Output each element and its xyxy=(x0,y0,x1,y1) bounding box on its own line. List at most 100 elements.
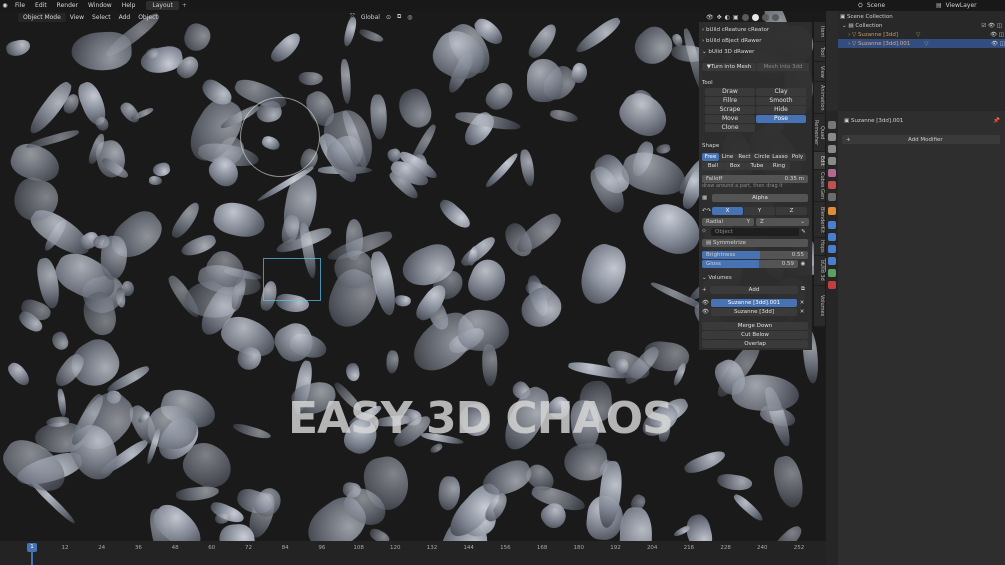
menu-window[interactable]: Window xyxy=(83,2,117,9)
tab-cubes-gen[interactable]: Cubes Gen xyxy=(814,170,825,202)
eyedropper-icon[interactable]: ✎ xyxy=(799,229,808,235)
modifier-props-icon[interactable] xyxy=(828,221,836,229)
wireframe-shading-icon[interactable] xyxy=(741,13,749,21)
addon-header-creature[interactable]: › bUild cReature cReator xyxy=(702,25,809,34)
tool-pose[interactable]: Pose xyxy=(756,115,806,123)
scene-name[interactable]: Scene xyxy=(867,2,885,9)
view-layer-props-icon[interactable] xyxy=(828,157,836,165)
shape-ball[interactable]: Ball xyxy=(702,161,724,170)
timeline[interactable]: 12 24 36 48 60 72 84 96 108 120 132 144 156 168 180 192… xyxy=(0,541,826,565)
radial-axis-dropdown[interactable]: Z ⌄ xyxy=(756,217,809,226)
plus-icon[interactable]: + xyxy=(702,287,710,293)
tab-animation[interactable]: Animation xyxy=(814,82,825,114)
workspace-tab-layout[interactable]: Layout xyxy=(146,1,179,10)
shape-lasso[interactable]: Lasso xyxy=(771,152,789,161)
axis-x-toggle[interactable]: X xyxy=(712,206,743,215)
volume-name[interactable]: Suzanne [3dd] xyxy=(711,307,797,316)
add-modifier-button[interactable]: + Add Modifier xyxy=(842,135,1000,144)
add-volume-button[interactable]: Add xyxy=(710,285,798,294)
object-props-icon[interactable] xyxy=(828,207,836,215)
camera-icon[interactable]: ◫ xyxy=(995,23,1002,29)
volume-list-item[interactable]: 👁 Suzanne [3dd].001 ✕ xyxy=(702,298,809,307)
scene-selector[interactable]: ⛭ Scene xyxy=(858,0,885,11)
tab-volumes[interactable]: Volumes xyxy=(814,286,825,327)
shape-box[interactable]: Box xyxy=(724,161,746,170)
tab-tool[interactable]: Tool xyxy=(814,42,825,62)
menu-file[interactable]: File xyxy=(10,2,30,9)
copy-icon[interactable]: ⧉ xyxy=(798,286,808,293)
mesh-into-3dd-button[interactable]: Mesh into 3dd xyxy=(757,62,809,71)
snap-icon[interactable]: ⧉ xyxy=(397,13,401,21)
cut-below-button[interactable]: Cut Below xyxy=(702,330,808,339)
volume-name[interactable]: Suzanne [3dd].001 xyxy=(711,298,797,307)
tab-hops[interactable]: Hops xyxy=(814,238,825,256)
shape-rect[interactable]: Rect xyxy=(736,152,753,161)
collection-props-icon[interactable] xyxy=(828,193,836,201)
scene-props-icon[interactable] xyxy=(828,169,836,177)
outliner-scene-collection[interactable]: ▣ Scene Collection xyxy=(840,12,1005,21)
alpha-button[interactable]: Alpha xyxy=(712,193,808,202)
outliner-item[interactable]: › ▽ Suzanne [3dd] ▽ 👁 ◫ xyxy=(848,30,1004,39)
shape-poly[interactable]: Poly xyxy=(789,152,806,161)
undo-redo-icon[interactable]: ↶↷ xyxy=(702,208,712,214)
volume-list-item[interactable]: 👁 Suzanne [3dd] ✕ xyxy=(702,307,809,316)
turn-into-mesh-button[interactable]: ▼ Turn into Mesh xyxy=(702,62,756,71)
tab-view[interactable]: View xyxy=(814,62,825,82)
gloss-slider[interactable]: Gloss 0.59 xyxy=(702,259,798,268)
menu-view[interactable]: View xyxy=(66,13,88,22)
render-props-icon[interactable] xyxy=(828,133,836,141)
axis-y-toggle[interactable]: Y xyxy=(744,206,775,215)
addon-header-object-drawer[interactable]: › bUild oBject dRawer xyxy=(702,36,809,45)
tab-build-3d[interactable]: bUild 3d xyxy=(814,256,825,286)
menu-edit[interactable]: Edit xyxy=(30,2,52,9)
solid-shading-icon[interactable] xyxy=(751,13,759,21)
camera-icon[interactable]: ◫ xyxy=(997,32,1004,38)
overlap-button[interactable]: Overlap xyxy=(702,339,808,348)
outliner-item-selected[interactable]: › ▽ Suzanne [3dd].001 ▽ 👁 ◫ xyxy=(838,39,1005,48)
menu-help[interactable]: Help xyxy=(117,2,141,9)
shape-line[interactable]: Line xyxy=(719,152,736,161)
addon-header-3d-drawer[interactable]: ⌄ bUild 3D dRawer xyxy=(702,47,809,56)
eye-icon[interactable]: 👁 xyxy=(702,300,711,306)
visibility-icon[interactable]: 👁 xyxy=(706,14,714,21)
particles-props-icon[interactable] xyxy=(828,233,836,241)
tool-scrape[interactable]: Scrape xyxy=(705,106,755,114)
tool-smooth[interactable]: Smooth xyxy=(756,97,806,105)
menu-render[interactable]: Render xyxy=(52,2,83,9)
properties-object-name[interactable]: Suzanne [3dd].001 xyxy=(851,118,903,124)
eye-icon[interactable]: 👁 xyxy=(702,309,711,315)
tool-props-icon[interactable] xyxy=(828,121,836,129)
orientation-dropdown[interactable]: Global xyxy=(361,14,380,21)
tab-blenderkit[interactable]: BlenderKit xyxy=(814,202,825,238)
brightness-slider[interactable]: Brightness 0.55 xyxy=(702,250,808,259)
add-workspace-icon[interactable]: + xyxy=(179,2,190,9)
eye-icon[interactable]: 👁 xyxy=(986,23,995,29)
constraints-props-icon[interactable] xyxy=(828,257,836,265)
tab-edit[interactable]: Edit xyxy=(814,152,825,170)
axis-z-toggle[interactable]: Z xyxy=(776,206,807,215)
view-layer-name[interactable]: ViewLayer xyxy=(946,2,977,9)
tool-fillre[interactable]: Fillre xyxy=(705,97,755,105)
symmetrize-dropdown[interactable]: ▤ Symmetrize xyxy=(702,238,808,247)
volumes-section-header[interactable]: ⌄ Volumes xyxy=(702,273,809,282)
tool-clone[interactable]: Clone xyxy=(705,124,755,132)
tool-hide[interactable]: Hide xyxy=(756,106,806,114)
current-frame-indicator[interactable]: 1 xyxy=(27,543,37,552)
shape-free[interactable]: Free xyxy=(702,152,719,161)
tool-draw[interactable]: Draw xyxy=(705,88,755,96)
shape-circle[interactable]: Circle xyxy=(753,152,771,161)
view-layer-selector[interactable]: ▤ ViewLayer xyxy=(936,0,977,11)
xray-icon[interactable]: ▣ xyxy=(733,14,739,21)
tab-item[interactable]: Item xyxy=(814,22,825,42)
shape-tube[interactable]: Tube xyxy=(746,161,768,170)
tool-move[interactable]: Move xyxy=(705,115,755,123)
material-shading-icon[interactable] xyxy=(761,13,769,21)
radial-field[interactable]: Radial Y xyxy=(702,217,754,226)
menu-select[interactable]: Select xyxy=(88,13,115,22)
material-props-icon[interactable] xyxy=(828,281,836,289)
shape-ring[interactable]: Ring xyxy=(768,161,790,170)
rendered-shading-icon[interactable] xyxy=(771,13,779,21)
merge-down-button[interactable]: Merge Down xyxy=(702,321,808,330)
menu-object[interactable]: Object xyxy=(134,13,162,22)
camera-icon[interactable]: ◫ xyxy=(998,41,1005,47)
